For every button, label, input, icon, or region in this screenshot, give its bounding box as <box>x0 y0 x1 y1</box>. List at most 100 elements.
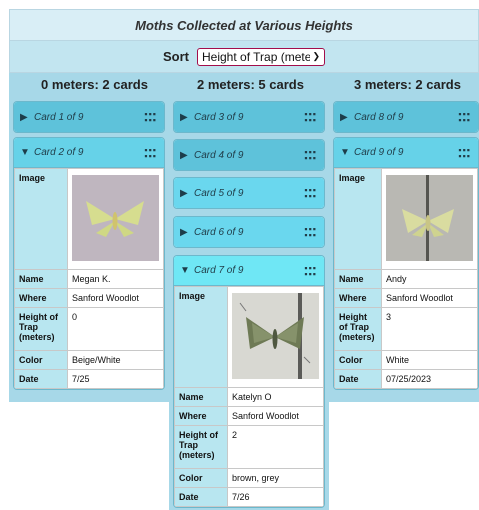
field-value: 7/26 <box>227 487 324 507</box>
sort-label: Sort <box>163 49 189 64</box>
card-header[interactable]: ▼ Card 2 of 9 ▪▪▪ ▪▪▪ <box>14 138 164 168</box>
field-label: Where <box>14 288 68 308</box>
card-header[interactable]: ▶ Card 8 of 9 ▪▪▪ ▪▪▪ <box>334 102 478 132</box>
expand-icon: ▶ <box>180 226 188 238</box>
field-label: Date <box>14 369 68 389</box>
moth-photo <box>381 168 478 270</box>
drag-handle-icon[interactable]: ▪▪▪ ▪▪▪ <box>304 225 317 240</box>
field-label: Height of Trap (meters) <box>174 425 228 469</box>
card-title: Card 5 of 9 <box>194 187 244 199</box>
moth-image <box>72 175 159 261</box>
field-label: Image <box>174 286 228 388</box>
column-headings: 0 meters: 2 cards 2 meters: 5 cards 3 me… <box>9 73 479 97</box>
field-value: Sanford Woodlot <box>67 288 164 308</box>
moth-image <box>386 175 473 261</box>
expand-icon: ▶ <box>340 111 348 123</box>
moth-photo <box>67 168 164 270</box>
field-label: Height of Trap (meters) <box>334 307 382 351</box>
field-label: Image <box>14 168 68 270</box>
drag-handle-icon[interactable]: ▪▪▪ ▪▪▪ <box>144 110 157 125</box>
field-value: Megan K. <box>67 269 164 289</box>
field-label: Where <box>174 406 228 426</box>
drag-handle-icon[interactable]: ▪▪▪ ▪▪▪ <box>304 264 317 279</box>
field-value: 7/25 <box>67 369 164 389</box>
drag-handle-icon[interactable]: ▪▪▪ ▪▪▪ <box>304 110 317 125</box>
card-header[interactable]: ▼ Card 9 of 9 ▪▪▪ ▪▪▪ <box>334 138 478 168</box>
card-title: Card 8 of 9 <box>354 111 404 123</box>
field-value: 2 <box>227 425 324 469</box>
field-value: Andy <box>381 269 478 289</box>
drag-handle-icon[interactable]: ▪▪▪ ▪▪▪ <box>304 186 317 201</box>
drag-handle-icon[interactable]: ▪▪▪ ▪▪▪ <box>458 146 471 161</box>
card-title: Card 4 of 9 <box>194 149 244 161</box>
expand-icon: ▶ <box>180 111 188 123</box>
card-title: Card 2 of 9 <box>34 147 84 158</box>
field-label: Name <box>174 387 228 407</box>
card-3[interactable]: ▶ Card 3 of 9 ▪▪▪ ▪▪▪ <box>173 101 325 133</box>
field-label: Date <box>334 369 382 389</box>
drag-handle-icon[interactable]: ▪▪▪ ▪▪▪ <box>458 110 471 125</box>
card-header[interactable]: ▶ Card 6 of 9 ▪▪▪ ▪▪▪ <box>174 217 324 247</box>
card-header[interactable]: ▶ Card 1 of 9 ▪▪▪ ▪▪▪ <box>14 102 164 132</box>
sort-select-value: Height of Trap (meters) <box>202 49 310 64</box>
column-heading-0m: 0 meters: 2 cards <box>41 77 148 92</box>
card-header[interactable]: ▼ Card 7 of 9 ▪▪▪ ▪▪▪ <box>174 256 324 286</box>
sort-select[interactable]: Height of Trap (meters) ❯ <box>197 47 325 66</box>
card-title: Card 7 of 9 <box>194 265 244 276</box>
column-heading-2m: 2 meters: 5 cards <box>197 77 304 92</box>
moth-photo <box>227 286 324 388</box>
field-label: Color <box>174 468 228 488</box>
card-1[interactable]: ▶ Card 1 of 9 ▪▪▪ ▪▪▪ <box>13 101 165 133</box>
column-3m: ▶ Card 8 of 9 ▪▪▪ ▪▪▪ ▼ Card 9 of 9 ▪▪▪ ▪▪… <box>329 97 479 402</box>
moth-image <box>232 293 319 379</box>
card-header[interactable]: ▶ Card 3 of 9 ▪▪▪ ▪▪▪ <box>174 102 324 132</box>
field-value: 07/25/2023 <box>381 369 478 389</box>
page-title: Moths Collected at Various Heights <box>9 9 479 40</box>
field-value: Sanford Woodlot <box>227 406 324 426</box>
card-title: Card 9 of 9 <box>354 147 404 158</box>
field-label: Name <box>14 269 68 289</box>
card-4[interactable]: ▶ Card 4 of 9 ▪▪▪ ▪▪▪ <box>173 139 325 171</box>
field-label: Color <box>334 350 382 370</box>
card-7[interactable]: ▼ Card 7 of 9 ▪▪▪ ▪▪▪ Image Name Katelyn… <box>173 255 325 508</box>
card-5[interactable]: ▶ Card 5 of 9 ▪▪▪ ▪▪▪ <box>173 177 325 209</box>
field-value: Sanford Woodlot <box>381 288 478 308</box>
card-header[interactable]: ▶ Card 4 of 9 ▪▪▪ ▪▪▪ <box>174 140 324 170</box>
field-value: Katelyn O <box>227 387 324 407</box>
field-value: 0 <box>67 307 164 351</box>
field-label: Date <box>174 487 228 507</box>
collapse-icon: ▼ <box>340 147 350 158</box>
drag-handle-icon[interactable]: ▪▪▪ ▪▪▪ <box>304 148 317 163</box>
card-2[interactable]: ▼ Card 2 of 9 ▪▪▪ ▪▪▪ Image Name Megan K… <box>13 137 165 390</box>
field-label: Height of Trap (meters) <box>14 307 68 351</box>
column-heading-3m: 3 meters: 2 cards <box>354 77 461 92</box>
collapse-icon: ▼ <box>20 147 30 158</box>
card-details: Image Name Megan K. Where Sanford Woodlo… <box>14 168 164 389</box>
chevron-down-icon: ❯ <box>312 51 320 61</box>
field-value: 3 <box>381 307 478 351</box>
field-label: Name <box>334 269 382 289</box>
card-title: Card 6 of 9 <box>194 226 244 238</box>
card-details: Image Name Katelyn O Where Sanford Woodl… <box>174 286 324 507</box>
expand-icon: ▶ <box>180 149 188 161</box>
drag-handle-icon[interactable]: ▪▪▪ ▪▪▪ <box>144 146 157 161</box>
field-label: Color <box>14 350 68 370</box>
field-label: Image <box>334 168 382 270</box>
card-8[interactable]: ▶ Card 8 of 9 ▪▪▪ ▪▪▪ <box>333 101 479 133</box>
field-value: brown, grey <box>227 468 324 488</box>
field-value: White <box>381 350 478 370</box>
field-label: Where <box>334 288 382 308</box>
expand-icon: ▶ <box>180 187 188 199</box>
card-header[interactable]: ▶ Card 5 of 9 ▪▪▪ ▪▪▪ <box>174 178 324 208</box>
page-title-text: Moths Collected at Various Heights <box>135 17 353 33</box>
field-value: Beige/White <box>67 350 164 370</box>
column-2m: ▶ Card 3 of 9 ▪▪▪ ▪▪▪ ▶ Card 4 of 9 ▪▪▪ ▪▪… <box>169 97 329 510</box>
card-6[interactable]: ▶ Card 6 of 9 ▪▪▪ ▪▪▪ <box>173 216 325 248</box>
card-title: Card 1 of 9 <box>34 111 84 123</box>
column-0m: ▶ Card 1 of 9 ▪▪▪ ▪▪▪ ▼ Card 2 of 9 ▪▪▪ ▪▪… <box>9 97 169 402</box>
collapse-icon: ▼ <box>180 265 190 276</box>
card-title: Card 3 of 9 <box>194 111 244 123</box>
sort-bar: Sort Height of Trap (meters) ❯ <box>9 40 479 73</box>
card-9[interactable]: ▼ Card 9 of 9 ▪▪▪ ▪▪▪ Image Name Andy Wh… <box>333 137 479 390</box>
expand-icon: ▶ <box>20 111 28 123</box>
